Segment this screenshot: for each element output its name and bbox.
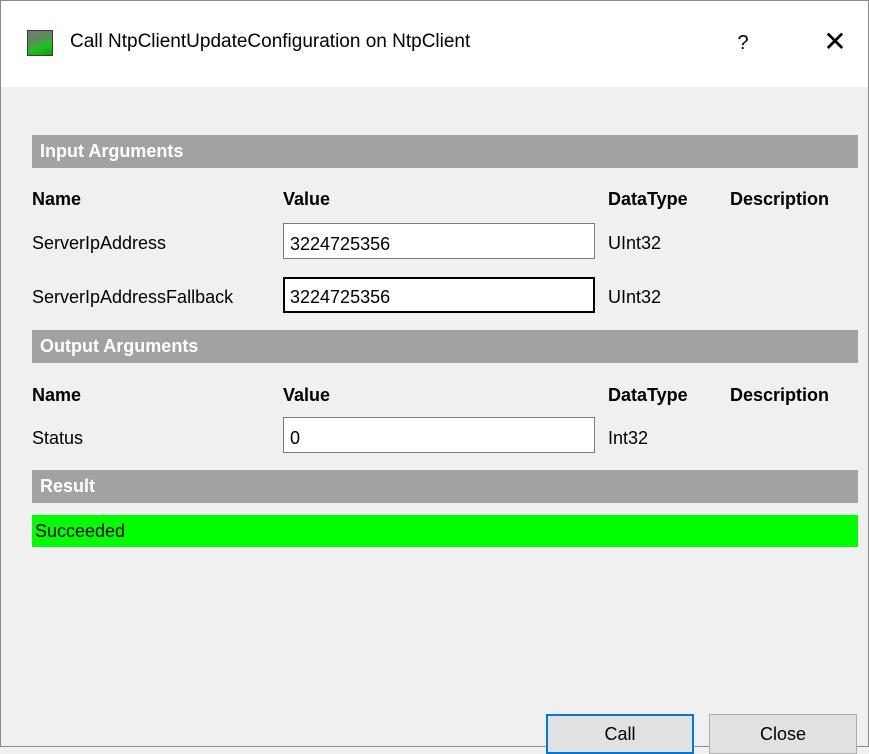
server-ip-address-fallback-input[interactable] xyxy=(283,277,595,313)
output-arguments-header: Output Arguments xyxy=(32,330,858,363)
app-icon xyxy=(27,30,53,56)
result-header: Result xyxy=(32,470,858,503)
close-button[interactable]: Close xyxy=(709,714,857,754)
close-icon[interactable]: ✕ xyxy=(813,23,857,63)
output-col-name: Name xyxy=(32,385,82,405)
output-col-description: Description xyxy=(730,385,830,405)
call-button[interactable]: Call xyxy=(546,714,694,754)
input-col-name: Name xyxy=(32,189,82,209)
title-bar: Call NtpClientUpdateConfiguration on Ntp… xyxy=(1,1,868,87)
result-status-bar: Succeeded xyxy=(32,515,858,547)
help-icon[interactable]: ? xyxy=(723,25,763,61)
output-row-name: Status xyxy=(32,428,84,448)
output-row-datatype: Int32 xyxy=(608,428,649,448)
window-title: Call NtpClientUpdateConfiguration on Ntp… xyxy=(70,31,471,52)
input-row-datatype: UInt32 xyxy=(608,287,662,307)
server-ip-address-input[interactable] xyxy=(283,223,595,259)
input-col-description: Description xyxy=(730,189,830,209)
input-row-name: ServerIpAddress xyxy=(32,233,167,253)
output-col-datatype: DataType xyxy=(608,385,688,405)
output-col-value: Value xyxy=(283,385,331,405)
dialog-window: Call NtpClientUpdateConfiguration on Ntp… xyxy=(0,0,869,754)
status-output-field[interactable] xyxy=(283,417,595,453)
input-col-datatype: DataType xyxy=(608,189,688,209)
input-arguments-header: Input Arguments xyxy=(32,135,858,168)
input-row-name: ServerIpAddressFallback xyxy=(32,287,234,307)
input-col-value: Value xyxy=(283,189,331,209)
input-row-datatype: UInt32 xyxy=(608,233,662,253)
